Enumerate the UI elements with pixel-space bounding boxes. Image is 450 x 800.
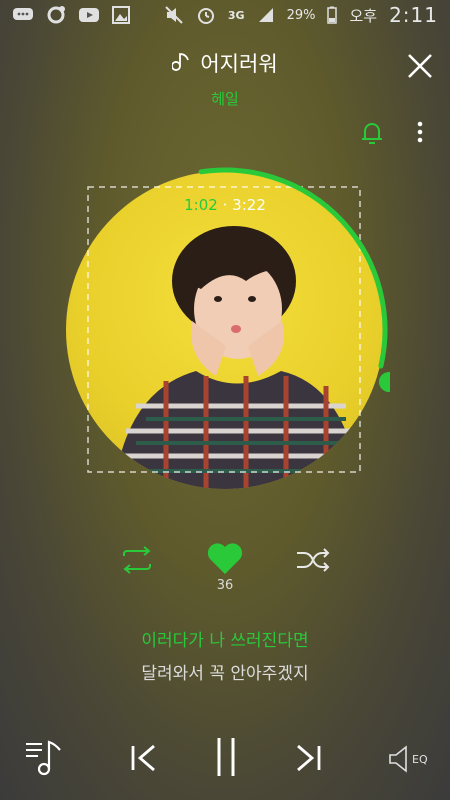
like-button[interactable] <box>205 541 245 577</box>
total-time: 3:22 <box>232 196 266 214</box>
next-button[interactable] <box>294 740 324 776</box>
pause-icon <box>217 738 235 776</box>
like-count: 36 <box>216 578 234 593</box>
bell-icon <box>362 123 382 144</box>
network-type: 3G <box>227 8 245 22</box>
mute-icon <box>164 5 184 25</box>
eq-label: EQ <box>412 752 428 766</box>
message-icon <box>12 7 34 23</box>
heart-icon <box>207 543 243 574</box>
current-time: 1:02 <box>184 196 218 214</box>
status-bar-left <box>12 5 130 25</box>
more-options-button[interactable] <box>410 118 430 148</box>
progress-ring[interactable] <box>60 165 390 495</box>
ampm-label: 오후 <box>349 6 378 25</box>
playlist-icon <box>26 740 61 776</box>
battery-percent: 29% <box>286 7 316 23</box>
repeat-icon <box>123 546 151 574</box>
alarm-icon <box>196 5 216 25</box>
speaker-eq-icon <box>389 745 407 773</box>
time-separator: · <box>222 196 228 214</box>
shuffle-icon <box>297 548 330 572</box>
gallery-icon <box>112 6 130 24</box>
status-bar: 3G 29% 오후 2:11 <box>0 0 450 30</box>
status-bar-right: 3G 29% 오후 2:11 <box>164 3 438 27</box>
close-icon <box>408 54 432 78</box>
previous-button[interactable] <box>128 740 158 776</box>
equalizer-button[interactable]: EQ <box>388 742 430 776</box>
settings-icon <box>46 5 66 25</box>
battery-icon <box>327 6 338 24</box>
song-title: 어지러워 <box>200 52 278 76</box>
more-vertical-icon <box>417 121 423 143</box>
signal-icon <box>257 6 275 24</box>
repeat-button[interactable] <box>118 546 156 574</box>
progress-knob[interactable] <box>378 371 390 392</box>
time-display: 1:02 · 3:22 <box>140 196 310 214</box>
artist-name[interactable]: 헤일 <box>0 88 450 109</box>
lyric-current[interactable]: 이러다가 나 쓰러진다면 <box>0 626 450 651</box>
clock: 2:11 <box>389 3 438 27</box>
youtube-icon <box>78 7 100 23</box>
previous-icon <box>131 744 155 772</box>
playlist-button[interactable] <box>24 738 64 778</box>
song-title-row: 어지러워 <box>0 48 450 78</box>
crop-frame <box>87 186 361 473</box>
pause-button[interactable] <box>212 736 240 778</box>
lyric-next[interactable]: 달려와서 꼭 안아주겠지 <box>0 659 450 684</box>
music-note-icon <box>171 50 194 77</box>
next-icon <box>297 744 321 772</box>
shuffle-button[interactable] <box>294 546 332 574</box>
notification-button[interactable] <box>358 118 386 148</box>
close-button[interactable] <box>404 50 436 82</box>
